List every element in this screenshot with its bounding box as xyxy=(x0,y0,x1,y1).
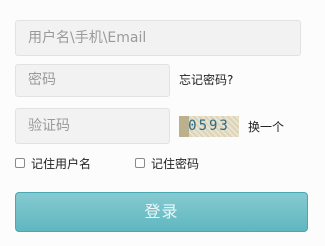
login-button[interactable]: 登录 xyxy=(15,192,308,232)
remember-username-label: 记住用户名 xyxy=(31,156,92,171)
username-input[interactable]: 用户名\手机\Email xyxy=(15,20,301,56)
captcha-image: 0593 xyxy=(179,116,239,137)
remember-password-option[interactable]: 记住密码 xyxy=(135,155,199,171)
remember-password-checkbox[interactable] xyxy=(135,158,145,168)
remember-username-option[interactable]: 记住用户名 xyxy=(15,155,91,171)
forgot-password-link[interactable]: 忘记密码? xyxy=(179,70,233,90)
remember-username-checkbox[interactable] xyxy=(15,158,25,168)
captcha-input[interactable]: 验证码 xyxy=(15,108,170,144)
password-input[interactable]: 密码 xyxy=(15,64,170,97)
refresh-captcha-link[interactable]: 换一个 xyxy=(248,117,284,137)
remember-password-label: 记住密码 xyxy=(151,156,200,171)
